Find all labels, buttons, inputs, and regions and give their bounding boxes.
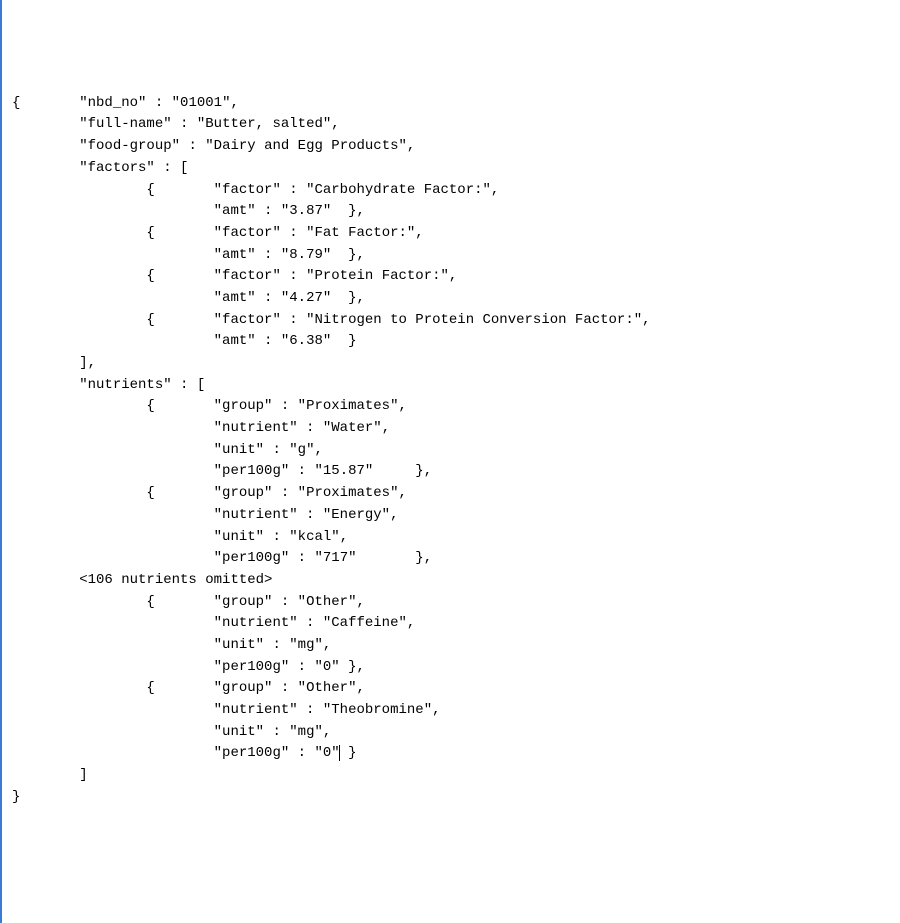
value: "Dairy and Egg Products" (205, 138, 407, 154)
value: "Nitrogen to Protein Conversion Factor:" (306, 312, 642, 328)
value: "Proximates" (298, 398, 399, 414)
value: "0" (314, 659, 339, 675)
key: "nutrient" (214, 615, 298, 631)
value: "Other" (298, 680, 357, 696)
code-block: { "nbd_no" : "01001", "full-name" : "But… (12, 93, 890, 809)
value: "Protein Factor:" (306, 268, 449, 284)
value: "0" (314, 745, 339, 761)
key: "amt" (214, 247, 256, 263)
key: "per100g" (214, 659, 290, 675)
value: "Energy" (323, 507, 390, 523)
value: "Other" (298, 594, 357, 610)
key: "nutrient" (214, 702, 298, 718)
key: "group" (214, 594, 273, 610)
value: "mg" (289, 637, 323, 653)
key: "unit" (214, 724, 264, 740)
key: "factor" (214, 182, 281, 198)
key: "factor" (214, 312, 281, 328)
key: "per100g" (214, 463, 290, 479)
key: "nutrient" (214, 420, 298, 436)
key: "per100g" (214, 550, 290, 566)
value: "3.87" (281, 203, 331, 219)
value: "15.87" (314, 463, 373, 479)
omitted-note: <106 nutrients omitted> (79, 572, 272, 588)
value: "01001" (172, 95, 231, 111)
value: "Fat Factor:" (306, 225, 415, 241)
value: "g" (289, 442, 314, 458)
text-cursor (339, 745, 340, 761)
key: "factor" (214, 268, 281, 284)
key: "amt" (214, 203, 256, 219)
key: "amt" (214, 290, 256, 306)
key: "nbd_no" (79, 95, 146, 111)
value: "Proximates" (298, 485, 399, 501)
value: "kcal" (289, 529, 339, 545)
key: "factor" (214, 225, 281, 241)
key: "nutrients" (79, 377, 171, 393)
key: "nutrient" (214, 507, 298, 523)
key: "unit" (214, 442, 264, 458)
value: "717" (314, 550, 356, 566)
key: "factors" (79, 160, 155, 176)
value: "4.27" (281, 290, 331, 306)
value: "Carbohydrate Factor:" (306, 182, 491, 198)
value: "Water" (323, 420, 382, 436)
value: "6.38" (281, 333, 331, 349)
key: "group" (214, 485, 273, 501)
key: "per100g" (214, 745, 290, 761)
key: "unit" (214, 529, 264, 545)
value: "Caffeine" (323, 615, 407, 631)
value: "Theobromine" (323, 702, 432, 718)
key: "unit" (214, 637, 264, 653)
value: "mg" (289, 724, 323, 740)
key: "group" (214, 398, 273, 414)
key: "food-group" (79, 138, 180, 154)
key: "full-name" (79, 116, 171, 132)
key: "group" (214, 680, 273, 696)
key: "amt" (214, 333, 256, 349)
value: "Butter, salted" (197, 116, 331, 132)
value: "8.79" (281, 247, 331, 263)
